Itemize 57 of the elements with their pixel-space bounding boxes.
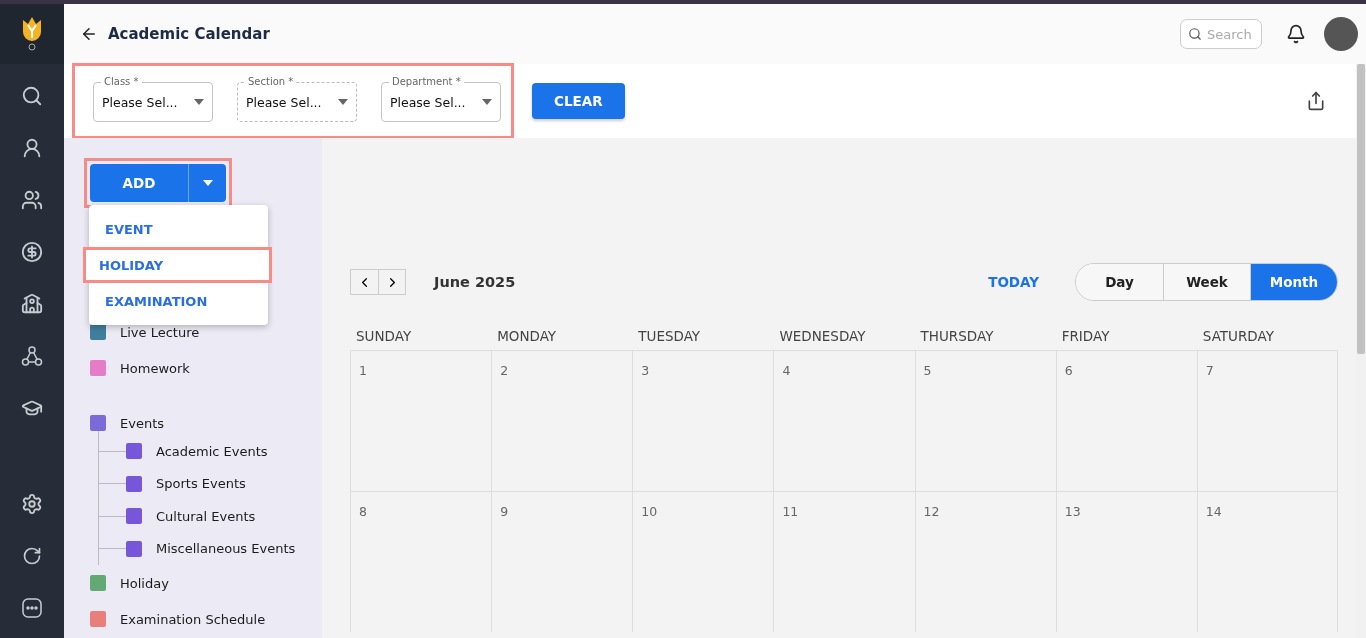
search-field[interactable]: Search xyxy=(1180,19,1262,49)
dropdown-button[interactable] xyxy=(188,164,226,202)
field-label: Section * xyxy=(245,75,297,88)
search-icon xyxy=(1188,27,1202,41)
weekday-heading: MONDAY xyxy=(496,328,558,346)
day-cell[interactable]: 6 xyxy=(1055,350,1197,491)
caret-icon xyxy=(338,99,348,105)
back-icon[interactable] xyxy=(80,25,98,43)
weekday-heading: SUNDAY xyxy=(355,328,413,346)
caret-icon xyxy=(194,99,204,105)
day-cell[interactable]: 13 xyxy=(1055,491,1197,632)
caret-icon xyxy=(202,180,213,186)
view-tab[interactable]: Month xyxy=(1250,264,1337,300)
menu-item[interactable]: EVENT xyxy=(89,211,268,247)
scrollbar-thumb[interactable] xyxy=(1357,64,1365,354)
avatar[interactable] xyxy=(1324,17,1358,51)
legend-label: Live Lecture xyxy=(120,324,200,340)
legend-label: Sports Events xyxy=(156,476,246,492)
day-cell[interactable]: 11 xyxy=(773,491,915,632)
caret-icon xyxy=(482,99,492,105)
day-cell[interactable]: 4 xyxy=(773,350,915,491)
day-cell[interactable]: 3 xyxy=(632,350,774,491)
field-label: Class * xyxy=(101,75,142,88)
field-label: Department * xyxy=(389,75,464,88)
legend-label: Cultural Events xyxy=(156,508,256,524)
clear-button[interactable]: CLEAR xyxy=(532,83,625,119)
bell-icon[interactable] xyxy=(1286,24,1306,44)
share-icon[interactable] xyxy=(1306,91,1326,111)
day-cell[interactable]: 7 xyxy=(1196,350,1338,491)
legend-label: Homework xyxy=(120,360,190,376)
weekday-heading: THURSDAY xyxy=(919,328,995,346)
month-title: June 2025 xyxy=(434,274,517,290)
weekday-heading: FRIDAY xyxy=(1060,328,1111,346)
view-tab[interactable]: Week xyxy=(1163,264,1250,300)
day-cell[interactable]: 1 xyxy=(350,350,492,491)
day-cell[interactable]: 2 xyxy=(491,350,633,491)
menu-item[interactable]: HOLIDAY xyxy=(83,247,272,283)
weekday-heading: WEDNESDAY xyxy=(778,328,867,346)
day-cell[interactable]: 14 xyxy=(1196,491,1338,632)
page-title: Academic Calendar xyxy=(108,25,271,43)
legend-label: Academic Events xyxy=(156,443,268,459)
day-cell[interactable]: 5 xyxy=(914,350,1056,491)
legend-label: Events xyxy=(120,415,164,431)
day-cell[interactable]: 10 xyxy=(632,491,774,632)
weekday-heading: SATURDAY xyxy=(1201,328,1275,346)
menu-item[interactable]: EXAMINATION xyxy=(89,283,268,319)
weekday-heading: TUESDAY xyxy=(637,328,702,346)
day-cell[interactable]: 9 xyxy=(491,491,633,632)
tulip-logo-icon xyxy=(21,16,43,52)
day-cell[interactable]: 8 xyxy=(350,491,492,632)
legend-label: Holiday xyxy=(120,575,169,591)
view-tab[interactable]: Day xyxy=(1076,264,1163,300)
legend-label: Examination Schedule xyxy=(120,611,266,627)
day-cell[interactable]: 12 xyxy=(914,491,1056,632)
legend-label: Miscellaneous Events xyxy=(156,541,296,557)
today-button[interactable]: TODAY xyxy=(982,273,1045,291)
add-button[interactable]: ADD xyxy=(90,164,188,202)
